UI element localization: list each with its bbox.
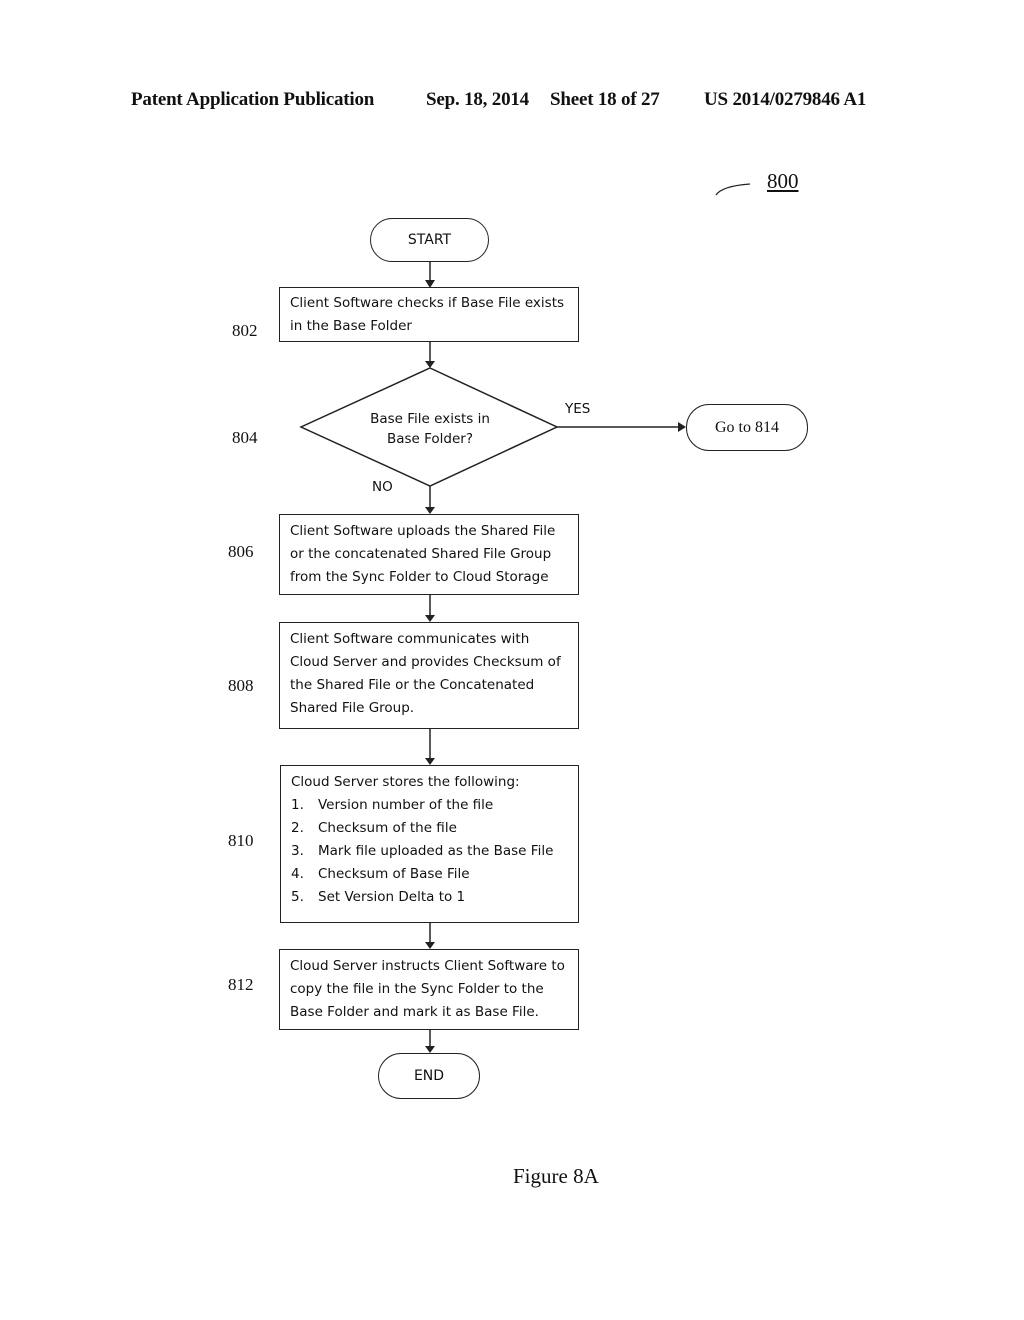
item-number: 2.	[291, 820, 304, 836]
item-number: 1.	[291, 797, 304, 813]
box-text-line: Client Software checks if Base File exis…	[290, 295, 565, 311]
item-text: Version number of the file	[318, 797, 494, 813]
box-text-line: copy the file in the Sync Folder to the	[290, 981, 544, 997]
figure-caption: Figure 8A	[513, 1164, 599, 1188]
step-ref-806: 806	[228, 542, 254, 561]
process-box-812: Cloud Server instructs Client Software t…	[279, 949, 579, 1030]
arrowhead	[425, 1046, 435, 1053]
step-ref-804: 804	[232, 428, 258, 447]
box-intro: Cloud Server stores the following:	[291, 774, 520, 790]
stored-items-list: 1. Version number of the file 2. Checksum …	[291, 794, 568, 909]
box-text-line: Client Software uploads the Shared File	[290, 523, 556, 539]
decision-text-804: Base File exists in Base Folder?	[350, 409, 510, 449]
box-text-line: Client Software communicates with	[290, 631, 530, 647]
item-text: Mark file uploaded as the Base File	[318, 843, 554, 859]
list-item: 5. Set Version Delta to 1	[291, 886, 568, 909]
decision-text-line: Base Folder?	[386, 431, 474, 447]
item-text: Checksum of the file	[318, 820, 457, 836]
figure-ref-leader	[715, 183, 751, 196]
decision-text-line: Base File exists in	[370, 411, 490, 427]
box-text-line: or the concatenated Shared File Group	[290, 546, 552, 562]
no-label: NO	[372, 479, 393, 495]
box-text-line: in the Base Folder	[290, 318, 412, 334]
item-text: Set Version Delta to 1	[318, 889, 466, 905]
item-number: 5.	[291, 889, 304, 905]
list-item: 1. Version number of the file	[291, 794, 568, 817]
step-ref-808: 808	[228, 676, 254, 695]
arrowhead	[425, 507, 435, 514]
list-item: 3. Mark file uploaded as the Base File	[291, 840, 568, 863]
arrowhead	[425, 361, 435, 368]
start-terminal: START	[370, 218, 489, 262]
process-box-806: Client Software uploads the Shared File …	[279, 514, 579, 595]
process-box-810: Cloud Server stores the following: 1. Ver…	[280, 765, 579, 923]
box-text-line: Shared File Group.	[290, 700, 415, 716]
start-label: START	[407, 232, 452, 248]
box-text-line: Base Folder and mark it as Base File.	[290, 1004, 539, 1020]
box-text-line: the Shared File or the Concatenated	[290, 677, 535, 693]
item-number: 4.	[291, 866, 304, 882]
box-text-line: from the Sync Folder to Cloud Storage	[290, 569, 549, 585]
step-ref-812: 812	[228, 975, 254, 994]
step-ref-802: 802	[232, 321, 258, 340]
arrowhead	[425, 615, 435, 622]
end-terminal: END	[378, 1053, 480, 1099]
item-number: 3.	[291, 843, 304, 859]
box-text-line: Cloud Server instructs Client Software t…	[290, 958, 565, 974]
arrowhead	[678, 422, 686, 432]
goto-814-connector: Go to 814	[686, 404, 808, 451]
box-text-line: Cloud Server and provides Checksum of	[290, 654, 561, 670]
arrowhead	[425, 942, 435, 949]
item-text: Checksum of Base File	[318, 866, 470, 882]
arrowhead	[425, 758, 435, 765]
list-item: 4. Checksum of Base File	[291, 863, 568, 886]
figure-reference-number: 800	[767, 169, 799, 193]
end-label: END	[413, 1068, 445, 1084]
goto-814-label: Go to 814	[715, 418, 779, 436]
step-ref-810: 810	[228, 831, 254, 850]
process-box-802: Client Software checks if Base File exis…	[279, 287, 579, 342]
process-box-808: Client Software communicates with Cloud …	[279, 622, 579, 729]
list-item: 2. Checksum of the file	[291, 817, 568, 840]
yes-label: YES	[565, 401, 591, 417]
